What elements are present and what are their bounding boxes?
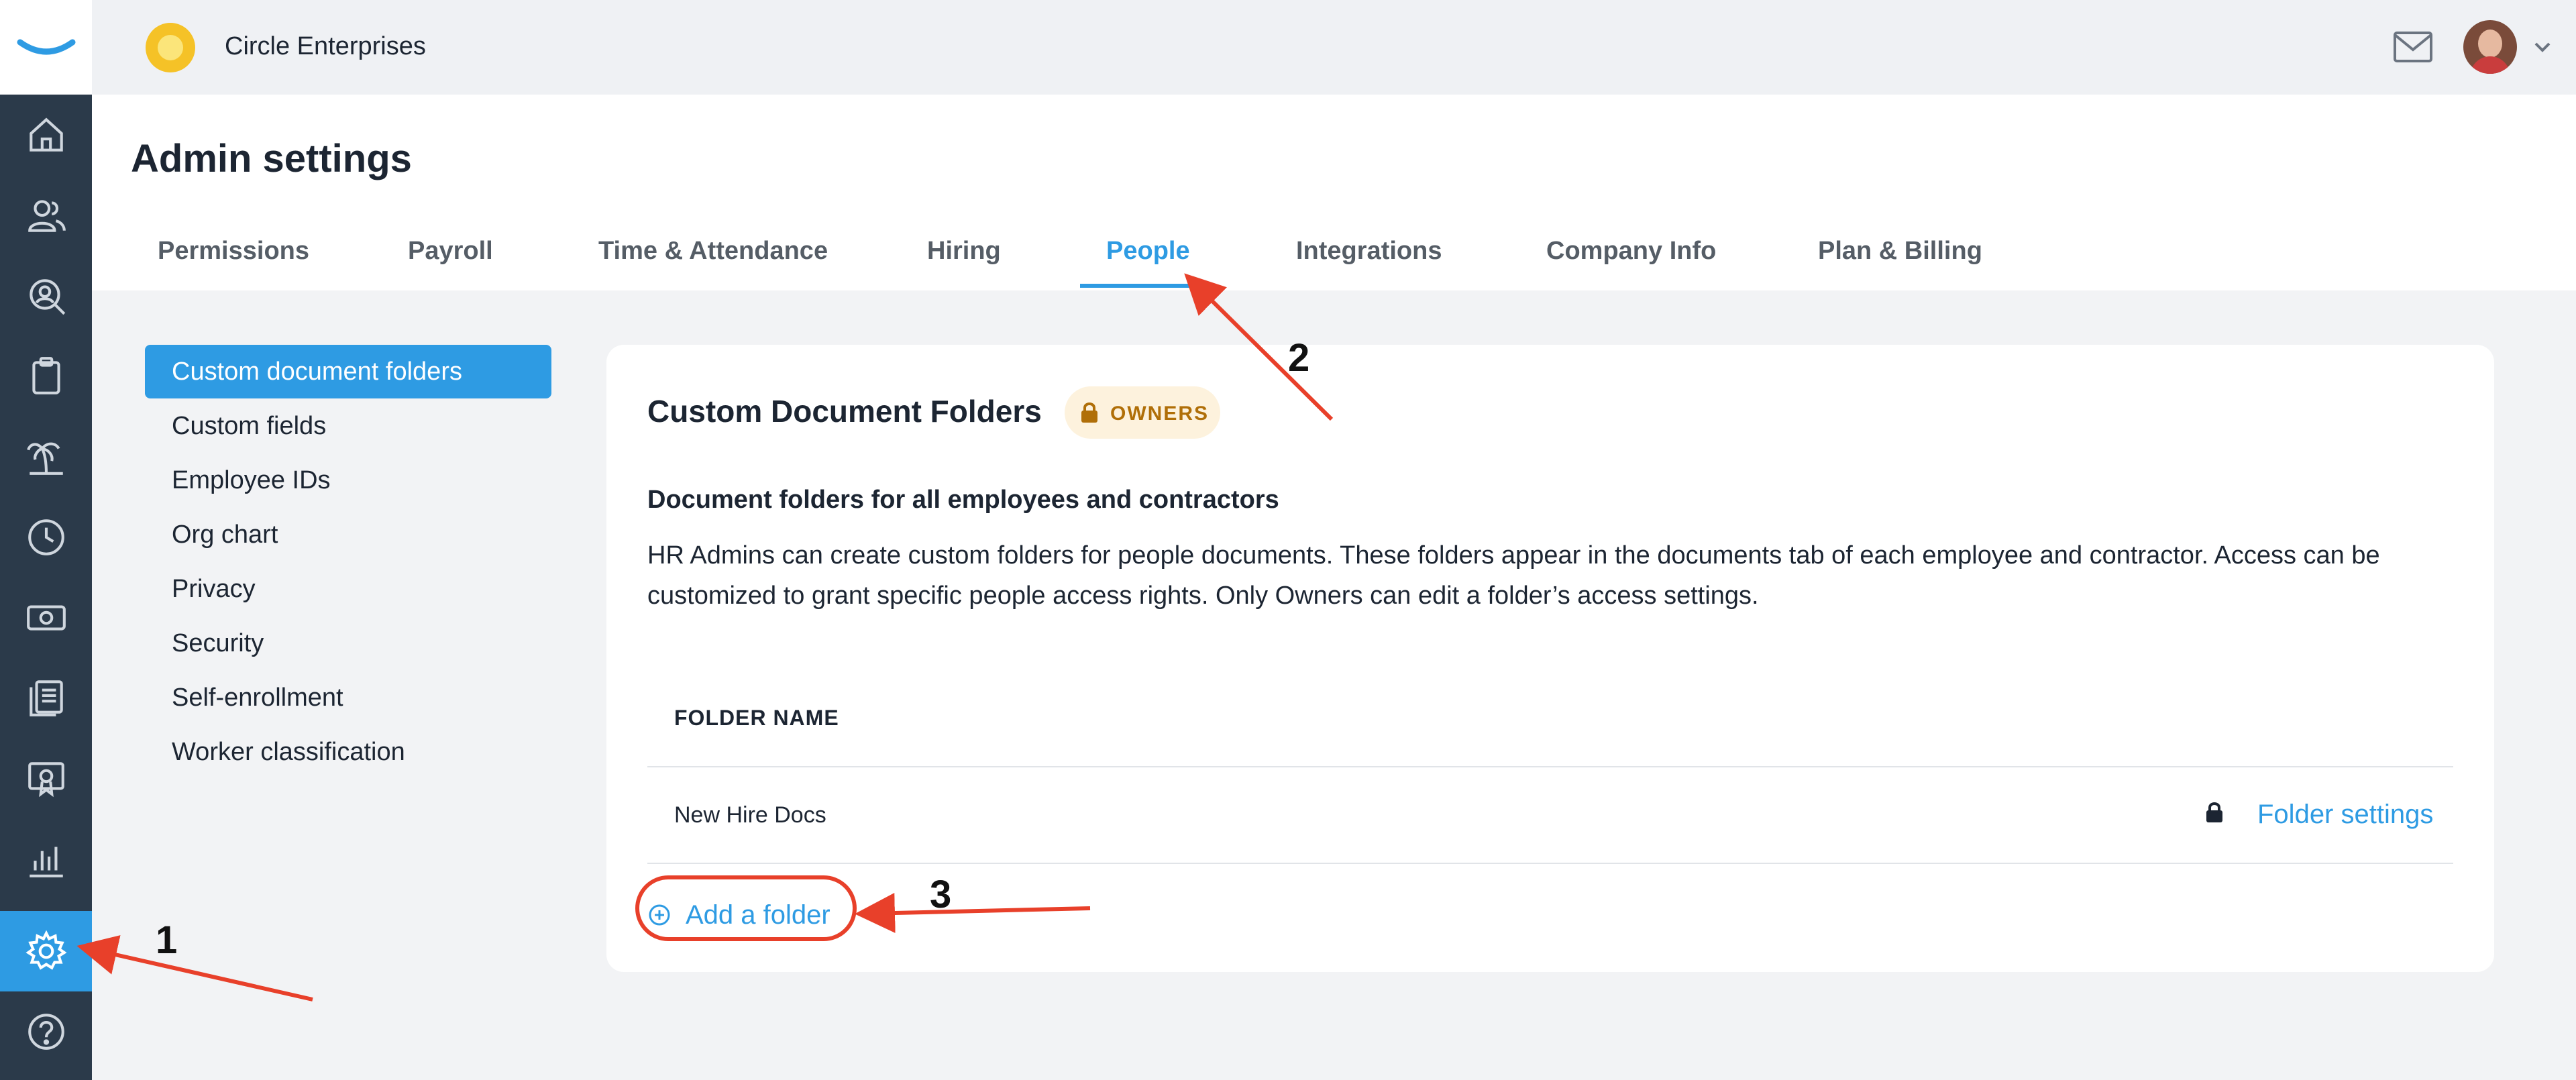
subnav-custom-fields[interactable]: Custom fields bbox=[145, 399, 551, 453]
subnav-security[interactable]: Security bbox=[145, 616, 551, 670]
nav-payroll[interactable] bbox=[0, 578, 92, 658]
nav-documents[interactable] bbox=[0, 658, 92, 739]
custom-document-folders-card: Custom Document Folders OWNERS Document … bbox=[606, 345, 2494, 972]
money-icon bbox=[26, 605, 66, 631]
bar-chart-icon bbox=[29, 847, 63, 877]
gear-icon bbox=[25, 930, 67, 970]
annotation-label-1: 1 bbox=[156, 918, 178, 962]
mail-icon[interactable] bbox=[2393, 31, 2433, 63]
tab-hiring[interactable]: Hiring bbox=[927, 237, 1001, 266]
certificate-icon bbox=[28, 762, 64, 798]
user-avatar[interactable] bbox=[2463, 20, 2517, 74]
annotation-label-3: 3 bbox=[930, 873, 952, 916]
nav-settings[interactable] bbox=[0, 911, 92, 991]
subnav-privacy[interactable]: Privacy bbox=[145, 562, 551, 616]
nav-help[interactable] bbox=[0, 991, 92, 1072]
section-description: HR Admins can create custom folders for … bbox=[647, 541, 2380, 610]
home-icon bbox=[29, 117, 63, 152]
tab-integrations[interactable]: Integrations bbox=[1296, 237, 1442, 266]
column-header-folder-name: FOLDER NAME bbox=[674, 706, 839, 730]
nav-tasks[interactable] bbox=[0, 336, 92, 417]
subnav-employee-ids[interactable]: Employee IDs bbox=[145, 453, 551, 507]
tab-company-info[interactable]: Company Info bbox=[1546, 237, 1716, 266]
tab-plan-billing[interactable]: Plan & Billing bbox=[1818, 237, 1982, 266]
people-icon bbox=[28, 200, 66, 232]
chevron-down-icon[interactable] bbox=[2530, 35, 2555, 59]
palm-tree-icon bbox=[26, 442, 63, 475]
folder-settings-link[interactable]: Folder settings bbox=[2257, 800, 2433, 830]
company-logo bbox=[146, 23, 195, 72]
card-title: Custom Document Folders bbox=[647, 394, 1042, 429]
annotation-label-2: 2 bbox=[1288, 336, 1310, 380]
nav-time[interactable] bbox=[0, 497, 92, 578]
tab-time-attendance[interactable]: Time & Attendance bbox=[598, 237, 828, 266]
badge-label: OWNERS bbox=[1110, 402, 1209, 425]
active-tab-indicator bbox=[1080, 284, 1212, 288]
page-header: Admin settings Permissions Payroll Time … bbox=[92, 95, 2576, 290]
nav-home[interactable] bbox=[0, 95, 92, 175]
subnav-self-enrollment[interactable]: Self-enrollment bbox=[145, 671, 551, 724]
subnav-worker-classification[interactable]: Worker classification bbox=[145, 725, 551, 779]
tab-permissions[interactable]: Permissions bbox=[158, 237, 309, 266]
tab-people[interactable]: People bbox=[1106, 237, 1190, 266]
app-logo[interactable] bbox=[0, 0, 92, 95]
plus-circle-icon bbox=[649, 904, 670, 926]
help-icon bbox=[28, 1014, 64, 1050]
annotation-arrow-1 bbox=[76, 935, 313, 1002]
nav-reports[interactable] bbox=[0, 819, 92, 900]
nav-recruiting[interactable] bbox=[0, 256, 92, 336]
table-divider bbox=[647, 863, 2453, 864]
nav-time-off[interactable] bbox=[0, 417, 92, 497]
lock-icon bbox=[2206, 802, 2222, 822]
documents-icon bbox=[29, 680, 63, 716]
nav-people[interactable] bbox=[0, 175, 92, 256]
nav-benefits[interactable] bbox=[0, 739, 92, 819]
logo-icon bbox=[17, 39, 75, 54]
add-folder-button[interactable]: Add a folder bbox=[648, 895, 830, 935]
tab-payroll[interactable]: Payroll bbox=[408, 237, 493, 266]
top-bar: Circle Enterprises bbox=[92, 0, 2576, 95]
page-title: Admin settings bbox=[131, 137, 412, 180]
folder-name: New Hire Docs bbox=[674, 802, 826, 828]
left-nav-rail bbox=[0, 0, 92, 1080]
add-folder-label: Add a folder bbox=[686, 900, 830, 930]
search-person-icon bbox=[29, 279, 65, 315]
table-divider bbox=[647, 766, 2453, 767]
owners-badge: OWNERS bbox=[1065, 386, 1220, 439]
clock-icon bbox=[28, 519, 64, 555]
clipboard-icon bbox=[32, 357, 60, 394]
lock-icon bbox=[1081, 402, 1097, 423]
subnav-org-chart[interactable]: Org chart bbox=[145, 508, 551, 561]
company-name[interactable]: Circle Enterprises bbox=[225, 32, 426, 61]
section-heading: Document folders for all employees and c… bbox=[647, 486, 1279, 514]
subnav-custom-document-folders[interactable]: Custom document folders bbox=[145, 345, 551, 398]
